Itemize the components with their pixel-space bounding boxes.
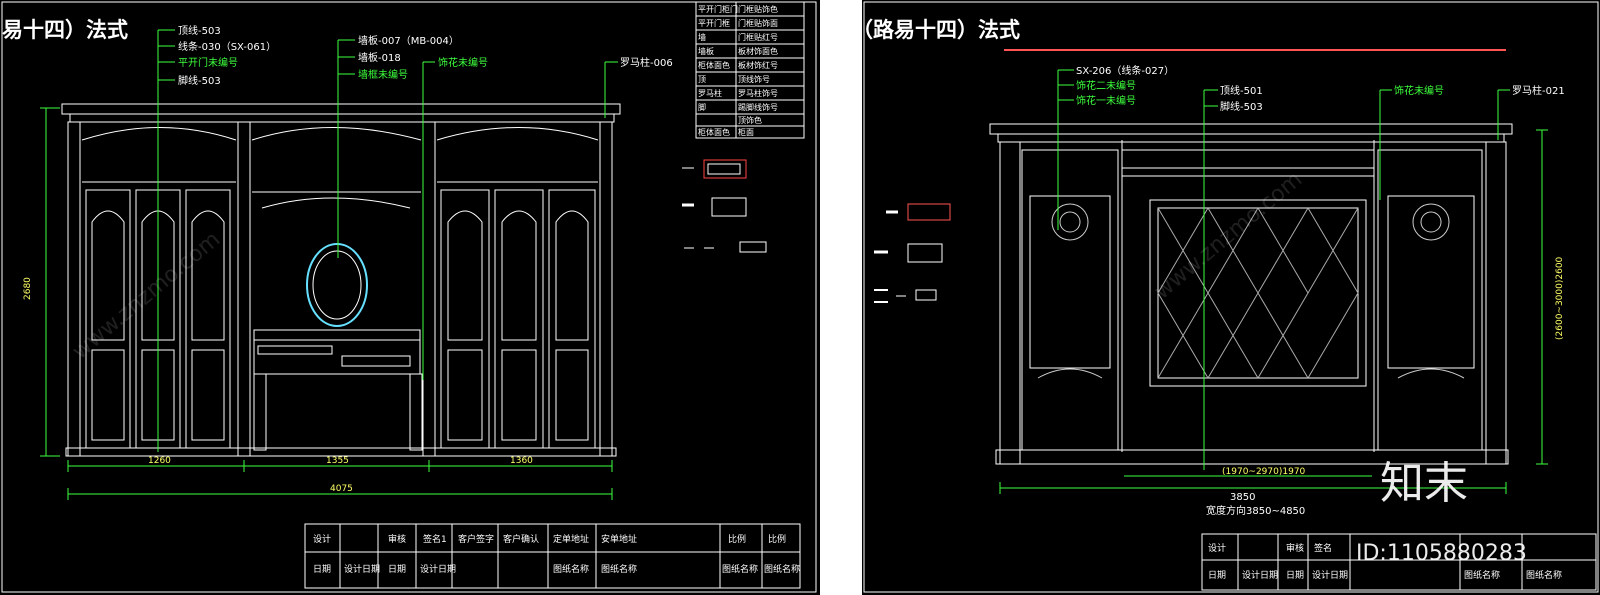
right-dim-height: (2600~3000)2600: [1555, 256, 1565, 340]
tufted-panel-pattern: [1157, 207, 1359, 379]
right-dim-mid: (1970~2970)1970: [1222, 467, 1306, 477]
tb-l-r1-6: 安单地址: [601, 533, 637, 545]
legend-r9-c1: 柜面: [738, 127, 754, 137]
tb-r-r2-4: 图纸名称: [1464, 569, 1500, 581]
left-annotations: 顶线-503 线条-030（SX-061） 平开门未编号 脚线-503 墙板-0…: [178, 24, 673, 87]
label-skirting-503: 脚线-503: [178, 74, 221, 87]
left-legend-table: 平开门柜门 门框贴饰色 平开门框 门框贴饰面 墙 门框贴红号 墙板 板材饰面色 …: [695, 1, 805, 139]
left-faint-watermark: www.znzmo.com: [68, 227, 225, 365]
legend-r2-c1: 门框贴红号: [738, 32, 778, 42]
legend-r0-c1: 门框贴饰色: [738, 4, 778, 14]
tb-l-r2-1: 设计日期: [344, 563, 380, 575]
tb-r-r2-1: 设计日期: [1242, 569, 1278, 581]
tb-l-r1-0: 设计: [313, 533, 331, 545]
right-drawing-sheet: （路易十四）法式 SX-206（线条-027） 饰花二未编号 饰花一未编号 顶线…: [862, 0, 1600, 595]
legend-r1-c1: 门框贴饰面: [738, 18, 778, 28]
label-wallframe: 墙框未编号: [358, 68, 408, 81]
tb-l-r2-6: 图纸名称: [722, 563, 758, 575]
legend-r5-c1: 顶线饰号: [738, 74, 770, 84]
label-crown-501: 顶线-501: [1220, 84, 1263, 97]
label-ornament-2: 饰花二未编号: [1076, 79, 1136, 92]
right-faint-watermark: www.znzmo.com: [1150, 167, 1307, 305]
legend-r8-c1: 顶饰色: [738, 115, 762, 125]
tb-l-r1-5: 定单地址: [553, 533, 589, 545]
legend-r6-c0: 罗马柱: [698, 88, 722, 98]
left-dim-1: 1260: [148, 456, 171, 466]
left-dim-height: 2680: [23, 277, 33, 300]
tb-l-r2-3: 设计日期: [420, 563, 456, 575]
label-skirting-503-r: 脚线-503: [1220, 100, 1263, 113]
label-crown-503: 顶线-503: [178, 24, 221, 37]
legend-r7-c0: 脚: [698, 102, 706, 112]
legend-r2-c0: 墙: [698, 32, 706, 42]
right-elevation: [989, 123, 1513, 465]
left-dim-3: 1360: [510, 456, 533, 466]
tb-l-r2-5: 图纸名称: [601, 563, 637, 575]
legend-r7-c1: 踢脚线饰号: [738, 102, 778, 112]
legend-r1-c0: 平开门框: [698, 18, 730, 28]
tb-r-r2-0: 日期: [1208, 570, 1226, 581]
legend-r5-c0: 顶: [698, 75, 706, 84]
tb-l-r1-4: 客户确认: [503, 533, 539, 545]
left-dim-2: 1355: [326, 456, 349, 466]
tb-l-r2-2: 日期: [388, 564, 406, 575]
legend-r0-c0: 平开门柜门: [698, 4, 738, 14]
left-drawing-sheet: 易十四）法式 顶线-503 线条-030（SX-061） 平开门未编号 脚线-5…: [0, 0, 820, 595]
label-wallpanel-018: 墙板-018: [358, 51, 401, 64]
right-drawing-svg: （路易十四）法式 SX-206（线条-027） 饰花二未编号 饰花一未编号 顶线…: [862, 1, 1599, 593]
label-line-030: 线条-030（SX-061）: [178, 40, 276, 53]
left-dim-total: 4075: [330, 484, 353, 494]
right-section-details: [874, 203, 951, 303]
label-roman-column-021: 罗马柱-021: [1512, 84, 1565, 97]
watermark-id: ID:1105880283: [1356, 541, 1527, 566]
vanity-mirror: [306, 243, 368, 327]
tb-l-r2-4: 图纸名称: [553, 563, 589, 575]
tb-r-r2-5: 图纸名称: [1526, 569, 1562, 581]
right-dim-total: 3850: [1230, 492, 1255, 503]
label-ornament: 饰花未编号: [438, 56, 488, 69]
label-sx-206: SX-206（线条-027）: [1076, 64, 1174, 77]
tb-r-r1-2: 签名: [1314, 542, 1332, 554]
legend-r3-c0: 墙板: [698, 46, 714, 56]
right-dim-caption: 宽度方向3850~4850: [1206, 504, 1305, 517]
left-section-details: [682, 159, 767, 253]
legend-r3-c1: 板材饰面色: [738, 46, 778, 56]
legend-r9-c0: 柜体面色: [698, 127, 730, 137]
legend-r4-c1: 板材饰红号: [738, 60, 778, 70]
tb-l-r1-8: 比例: [768, 533, 786, 545]
label-roman-column-006: 罗马柱-006: [620, 56, 673, 69]
tb-l-r1-1: 审核: [388, 533, 406, 545]
tb-r-r1-0: 设计: [1208, 542, 1226, 554]
tb-r-r2-3: 设计日期: [1312, 569, 1348, 581]
label-ornament-1: 饰花一未编号: [1076, 94, 1136, 107]
tb-l-r1-3: 客户签字: [458, 533, 494, 545]
left-title: 易十四）法式: [2, 18, 128, 42]
label-swing-door: 平开门未编号: [178, 56, 238, 69]
legend-r4-c0: 柜体面色: [698, 60, 730, 70]
label-wallpanel-007: 墙板-007（MB-004）: [358, 34, 459, 47]
right-annotations: SX-206（线条-027） 饰花二未编号 饰花一未编号 顶线-501 脚线-5…: [1076, 64, 1565, 113]
tb-l-r1-7: 比例: [728, 533, 746, 545]
tb-r-r1-1: 审核: [1286, 542, 1304, 554]
vanity-mirror-inner: [312, 250, 362, 320]
legend-r6-c1: 罗马柱饰号: [738, 88, 778, 98]
tb-r-r2-2: 日期: [1286, 570, 1304, 581]
left-title-block: [304, 523, 801, 589]
watermark-logo: 知末: [1380, 458, 1468, 509]
left-drawing-svg: 易十四）法式 顶线-503 线条-030（SX-061） 平开门未编号 脚线-5…: [1, 1, 817, 593]
right-title: （路易十四）法式: [862, 18, 1020, 42]
left-title-block-text: 设计 审核 签名1 客户签字 客户确认 定单地址 安单地址 比例 比例 日期 设…: [313, 533, 800, 575]
sheet-gutter: [820, 0, 862, 595]
tb-l-r1-2: 签名1: [423, 533, 447, 545]
tb-l-r2-0: 日期: [313, 564, 331, 575]
label-ornament-r: 饰花未编号: [1394, 84, 1444, 97]
tb-l-r2-7: 图纸名称: [764, 563, 800, 575]
